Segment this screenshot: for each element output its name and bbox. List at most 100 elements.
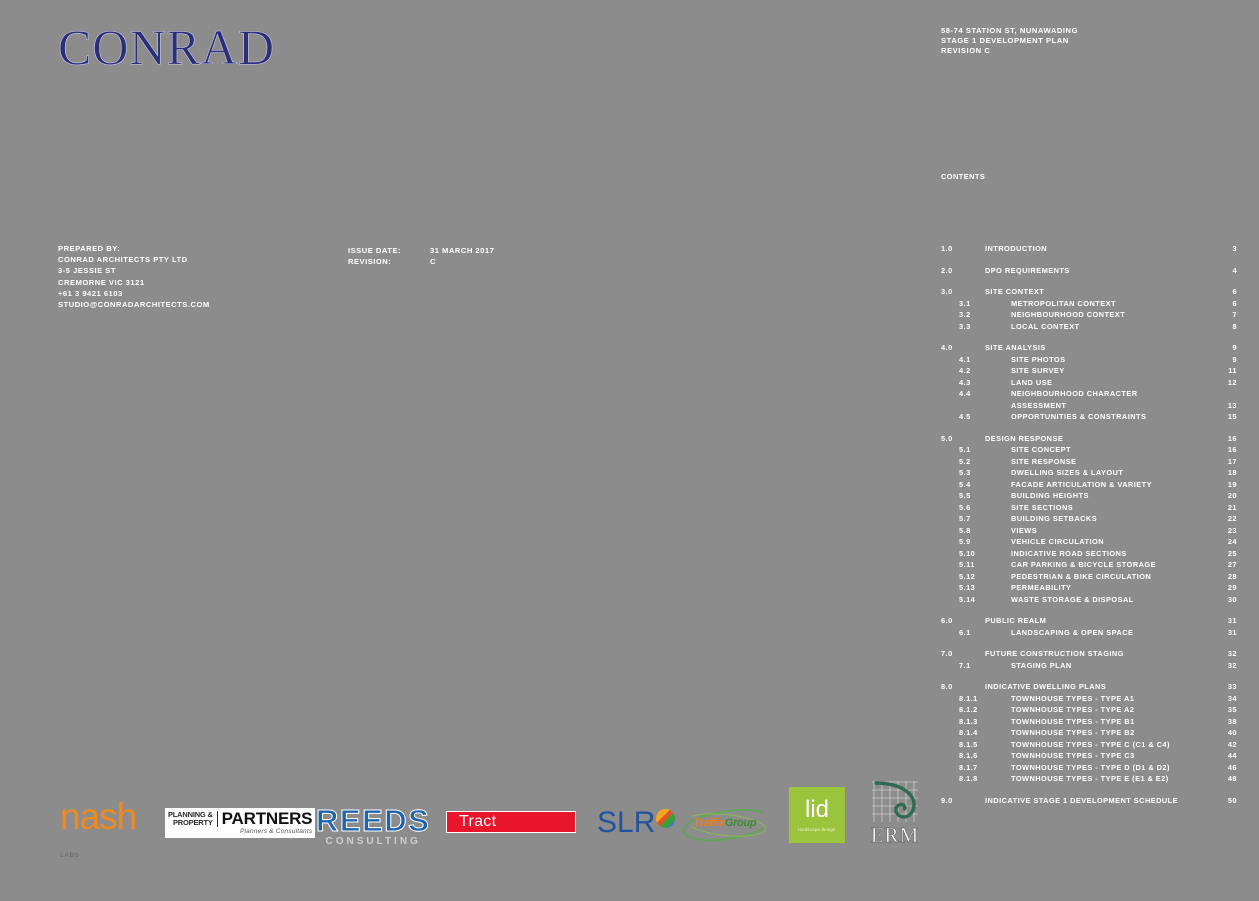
traffix-word-part1: Traffix [693, 817, 725, 829]
toc-row[interactable]: 4.5 OPPORTUNITIES & CONSTRAINTS 15 [941, 411, 1237, 423]
toc-row[interactable]: 3.2 NEIGHBOURHOOD CONTEXT 7 [941, 309, 1237, 321]
contents-title: CONTENTS [941, 172, 986, 181]
toc-label: TOWNHOUSE TYPES - TYPE D (D1 & D2) [1011, 762, 1170, 772]
toc-number: 5.3 [959, 468, 971, 477]
toc-label: TOWNHOUSE TYPES - TYPE C3 [1011, 751, 1135, 760]
toc-row[interactable]: 8.1.4 TOWNHOUSE TYPES - TYPE B2 40 [941, 727, 1237, 739]
reeds-sublabel: CONSULTING [325, 836, 421, 847]
toc-row[interactable]: 6.0 PUBLIC REALM 31 [941, 615, 1237, 627]
toc-page-number: 38 [1227, 716, 1237, 726]
toc-row[interactable]: 8.1.1 TOWNHOUSE TYPES - TYPE A1 34 [941, 693, 1237, 705]
toc-page-number: 32 [1227, 649, 1237, 658]
toc-number: 5.10 [959, 548, 976, 558]
toc-row[interactable]: 4.2 SITE SURVEY 11 [941, 365, 1237, 377]
toc-page-number: 9 [1232, 354, 1237, 364]
toc-label: VIEWS [1011, 525, 1038, 535]
toc-number: 5.8 [959, 525, 971, 535]
toc-label: FUTURE CONSTRUCTION STAGING [985, 649, 1124, 658]
toc-page-number: 42 [1227, 739, 1237, 749]
toc-page-number: 3 [1232, 244, 1237, 253]
toc-row[interactable]: 5.11 CAR PARKING & BICYCLE STORAGE 27 [941, 559, 1237, 571]
toc-number: 8.1.6 [959, 751, 978, 760]
pp-left-text: PLANNING & PROPERTY [168, 810, 218, 827]
toc-page-number: 24 [1227, 537, 1237, 546]
toc-number: 3.1 [959, 298, 971, 308]
toc-label: SITE SECTIONS [1011, 502, 1074, 512]
toc-row[interactable]: 5.9 VEHICLE CIRCULATION 24 [941, 536, 1237, 548]
toc-row[interactable]: 4.1 SITE PHOTOS 9 [941, 354, 1237, 366]
slr-logo-box: SLR [597, 808, 676, 838]
toc-row[interactable]: 5.13 PERMEABILITY 29 [941, 582, 1237, 594]
toc-number: 5.9 [959, 537, 971, 546]
toc-row[interactable]: 1.0 INTRODUCTION 3 [941, 243, 1237, 255]
toc-label: TOWNHOUSE TYPES - TYPE A1 [1011, 693, 1135, 703]
tract-logo-box: Tract [446, 811, 576, 833]
toc-row[interactable]: 8.1.7 TOWNHOUSE TYPES - TYPE D (D1 & D2) 4… [941, 762, 1237, 774]
toc-row[interactable]: 7.0 FUTURE CONSTRUCTION STAGING 32 [941, 648, 1237, 660]
toc-page-number: 6 [1232, 298, 1237, 308]
toc-row[interactable]: 5.5 BUILDING HEIGHTS 20 [941, 490, 1237, 502]
toc-number: 5.11 [959, 560, 975, 569]
toc-row[interactable]: ASSESSMENT 13 [941, 400, 1237, 412]
toc-row[interactable]: 2.0 DPO REQUIREMENTS 4 [941, 265, 1237, 277]
toc-row[interactable]: 3.3 LOCAL CONTEXT 8 [941, 321, 1237, 333]
toc-row[interactable]: 7.1 STAGING PLAN 32 [941, 660, 1237, 672]
toc-page-number: 8 [1232, 321, 1237, 331]
toc-number: 4.3 [959, 377, 971, 387]
toc-row[interactable]: 8.1.2 TOWNHOUSE TYPES - TYPE A2 35 [941, 704, 1237, 716]
logo-lid: lid landscape design [789, 787, 845, 877]
toc-row[interactable]: 4.3 LAND USE 12 [941, 377, 1237, 389]
toc-group: 7.0 FUTURE CONSTRUCTION STAGING 32 7.1 STAGI… [941, 648, 1237, 671]
traffix-wordmark: TraffixGroup [694, 817, 757, 829]
toc-row[interactable]: 3.0 SITE CONTEXT 6 [941, 286, 1237, 298]
conrad-logo: CONRAD [58, 19, 276, 75]
toc-row[interactable]: 8.1.6 TOWNHOUSE TYPES - TYPE C3 44 [941, 750, 1237, 762]
toc-row[interactable]: 5.7 BUILDING SETBACKS 22 [941, 513, 1237, 525]
toc-row[interactable]: 5.14 WASTE STORAGE & DISPOSAL 30 [941, 594, 1237, 606]
toc-row[interactable]: 8.1.3 TOWNHOUSE TYPES - TYPE B1 38 [941, 716, 1237, 728]
erm-wordmark: ERM [870, 823, 920, 847]
toc-number: 5.2 [959, 456, 971, 466]
toc-label: CAR PARKING & BICYCLE STORAGE [1011, 560, 1156, 569]
toc-page-number: 29 [1227, 583, 1237, 592]
toc-number: 5.0 [941, 433, 953, 443]
toc-row[interactable]: 3.1 METROPOLITAN CONTEXT 6 [941, 298, 1237, 310]
fern-spiral-icon [872, 781, 918, 822]
toc-row[interactable]: 6.1 LANDSCAPING & OPEN SPACE 31 [941, 627, 1237, 639]
toc-group: 6.0 PUBLIC REALM 31 6.1 LANDSCAPING & OPEN S… [941, 615, 1237, 638]
erm-logo-box: ERM [864, 780, 926, 846]
toc-number: 7.0 [941, 649, 953, 658]
toc-page-number: 19 [1227, 479, 1237, 489]
toc-row[interactable]: 5.3 DWELLING SIZES & LAYOUT 18 [941, 467, 1237, 479]
toc-page-number: 33 [1227, 682, 1237, 691]
toc-number: 4.0 [941, 343, 953, 352]
toc-row[interactable]: 5.2 SITE RESPONSE 17 [941, 456, 1237, 468]
toc-row[interactable]: 4.4 NEIGHBOURHOOD CHARACTER [941, 388, 1237, 400]
toc-row[interactable]: 5.0 DESIGN RESPONSE 16 [941, 433, 1237, 445]
toc-label: ASSESSMENT [1011, 400, 1067, 410]
toc-row[interactable]: 5.10 INDICATIVE ROAD SECTIONS 25 [941, 548, 1237, 560]
toc-row[interactable]: 5.12 PEDESTRIAN & BIKE CIRCULATION 28 [941, 571, 1237, 583]
toc-row[interactable]: 5.8 VIEWS 23 [941, 525, 1237, 537]
toc-number: 3.3 [959, 321, 971, 331]
toc-row[interactable]: 4.0 SITE ANALYSIS 9 [941, 342, 1237, 354]
toc-row[interactable]: 5.1 SITE CONCEPT 16 [941, 444, 1237, 456]
toc-label: NEIGHBOURHOOD CHARACTER [1011, 389, 1138, 398]
logo-traffix-group: TraffixGroup [680, 803, 774, 896]
toc-page-number: 6 [1232, 287, 1237, 296]
toc-page-number: 20 [1227, 491, 1237, 500]
toc-row[interactable]: 5.6 SITE SECTIONS 21 [941, 502, 1237, 514]
toc-number: 5.1 [959, 445, 971, 454]
toc-row[interactable]: 5.4 FACADE ARTICULATION & VARIETY 19 [941, 479, 1237, 491]
toc-number: 7.1 [959, 660, 971, 670]
toc-group: 4.0 SITE ANALYSIS 9 4.1 SITE PHOTOS 9 4.2 SITE … [941, 342, 1237, 423]
toc-row[interactable]: 8.0 INDICATIVE DWELLING PLANS 33 [941, 681, 1237, 693]
toc-page-number: 17 [1227, 456, 1237, 466]
toc-number: 8.1.5 [959, 739, 978, 749]
toc-page-number: 32 [1227, 660, 1237, 670]
consultant-logo-strip: nash LABS PLANNING & PROPERTY PARTNERS P… [0, 780, 1259, 870]
header-address-line: 58-74 STATION ST, NUNAWADING [941, 26, 1079, 35]
toc-label: TOWNHOUSE TYPES - TYPE A2 [1011, 705, 1135, 714]
toc-row[interactable]: 8.1.5 TOWNHOUSE TYPES - TYPE C (C1 & C4) 4… [941, 739, 1237, 751]
toc-number: 4.5 [959, 412, 971, 421]
